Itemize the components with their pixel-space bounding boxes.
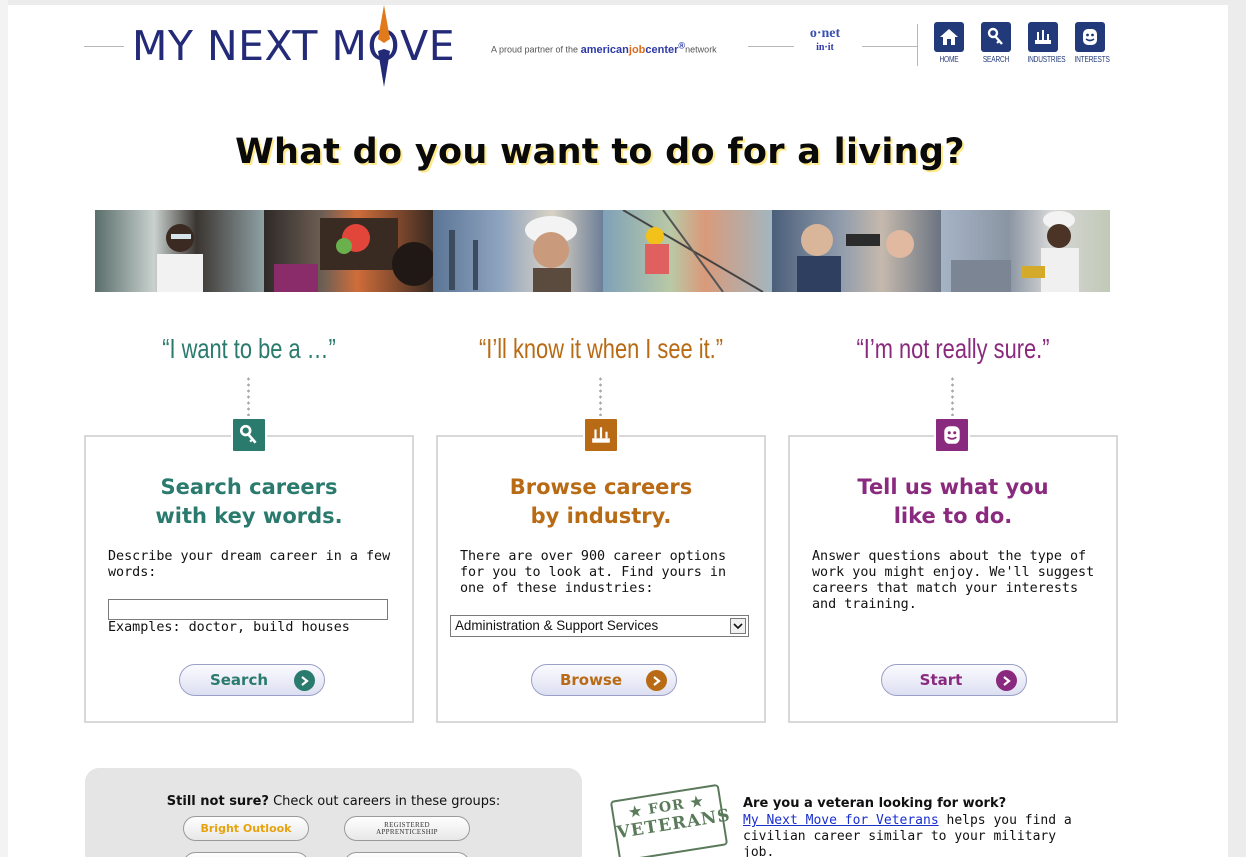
search-card: Search careers with key words. Describe … [84, 435, 414, 723]
photo-construction-worker [940, 210, 1111, 292]
search-button[interactable]: Search [179, 664, 325, 696]
career-groups-box: Still not sure? Check out careers in the… [85, 768, 582, 857]
american-job-center-logo[interactable]: americanjobcenter® [581, 40, 686, 56]
nav-search[interactable]: SEARCH [977, 22, 1015, 64]
arrow-right-icon [294, 670, 315, 691]
photo-engineer-hardhat [433, 210, 603, 292]
logo-compass-o: O [367, 5, 400, 87]
left-gutter [0, 0, 8, 857]
groups-prompt: Still not sure? Check out careers in the… [166, 794, 501, 809]
quote-search: “I want to be a …” [162, 333, 336, 364]
interests-card: Tell us what you like to do. Answer ques… [788, 435, 1118, 723]
industry-icon [583, 417, 619, 453]
interests-card-title: Tell us what you like to do. [857, 475, 1049, 528]
photo-lab-scientist [95, 210, 265, 292]
dotted-connector [951, 376, 954, 416]
face-icon [934, 417, 970, 453]
career-group-button[interactable] [344, 852, 470, 857]
bright-outlook-logo: Bright Outlook [200, 822, 292, 835]
arrow-right-icon [996, 670, 1017, 691]
search-card-description: Describe your dream career in a few word… [108, 549, 391, 580]
face-icon [1075, 22, 1105, 52]
career-photo-strip [95, 210, 1111, 292]
photo-lineworker [602, 210, 772, 292]
onet-logo[interactable]: o·net in·it [800, 26, 850, 70]
header-rule [862, 46, 917, 47]
home-icon [934, 22, 964, 52]
chevron-down-icon[interactable] [730, 618, 746, 634]
nav-separator [917, 24, 918, 66]
key-icon [981, 22, 1011, 52]
site-header: MY NEXT MO VE A proud partner of the amer… [0, 0, 1246, 90]
photo-optometrist [771, 210, 941, 292]
for-veterans-stamp: ★ FOR ★ VETERANS [609, 783, 732, 857]
registered-apprenticeship-logo: REGISTERED APPRENTICESHIP [376, 820, 438, 836]
right-scroll-gutter[interactable] [1228, 0, 1246, 857]
dotted-connector [247, 376, 250, 416]
veterans-heading: Are you a veteran looking for work? [743, 796, 1007, 811]
nav-industries[interactable]: INDUSTRIES [1024, 22, 1066, 64]
page-headline: What do you want to do for a living? [235, 132, 965, 172]
bright-outlook-button[interactable]: Bright Outlook [183, 816, 309, 841]
nav-interests[interactable]: INTERESTS [1071, 22, 1110, 64]
interests-card-description: Answer questions about the type of work … [812, 549, 1095, 612]
veterans-link[interactable]: My Next Move for Veterans [743, 813, 939, 828]
career-group-button[interactable] [183, 852, 309, 857]
industry-icon [1028, 22, 1058, 52]
search-examples: Examples: doctor, build houses [108, 620, 350, 635]
registered-apprenticeship-button[interactable]: REGISTERED APPRENTICESHIP [344, 816, 470, 841]
quote-interests: “I’m not really sure.” [856, 333, 1050, 364]
header-rule [84, 46, 124, 47]
browse-card: Browse careers by industry. There are ov… [436, 435, 766, 723]
start-button[interactable]: Start [881, 664, 1027, 696]
nav-home[interactable]: HOME [930, 22, 968, 64]
key-icon [231, 417, 267, 453]
header-rule [748, 46, 794, 47]
dotted-connector [599, 376, 602, 416]
browse-button[interactable]: Browse [531, 664, 677, 696]
compass-needle-icon [378, 5, 391, 87]
top-nav: HOME SEARCH INDUSTRIES INTERESTS [930, 22, 1110, 64]
search-card-title: Search careers with key words. [155, 475, 343, 528]
veterans-description: My Next Move for Veterans helps you find… [743, 813, 1072, 857]
partner-note: A proud partner of the americanjobcenter… [491, 40, 717, 56]
site-logo[interactable]: MY NEXT MO VE [132, 5, 455, 87]
browse-card-title: Browse careers by industry. [509, 475, 693, 528]
search-input[interactable] [108, 599, 388, 620]
arrow-right-icon [646, 670, 667, 691]
quote-browse: “I’ll know it when I see it.” [479, 333, 723, 364]
industry-select[interactable]: Administration & Support Services [450, 615, 749, 637]
photo-designer-computer [264, 210, 434, 292]
browse-card-description: There are over 900 career options for yo… [460, 549, 727, 596]
